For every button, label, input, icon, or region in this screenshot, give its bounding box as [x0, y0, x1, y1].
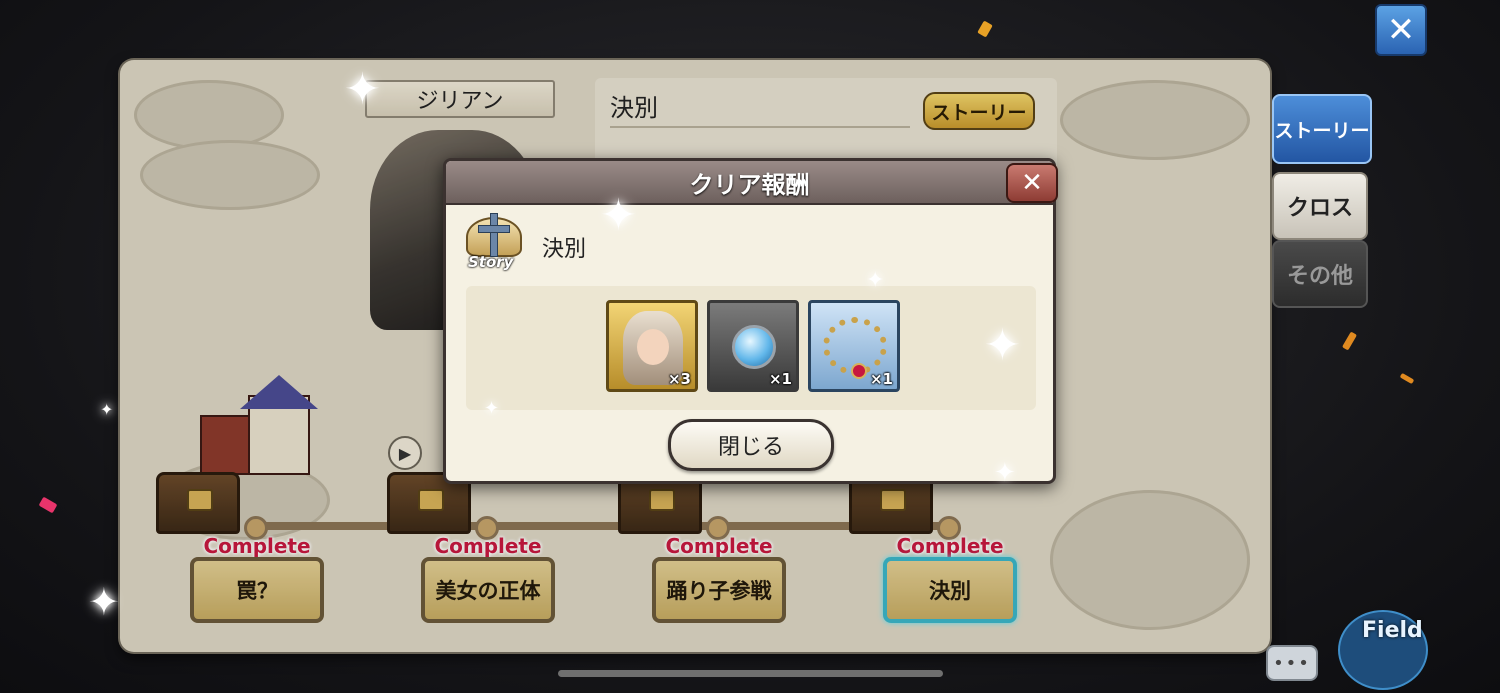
- tab-cross[interactable]: クロス: [1272, 172, 1368, 240]
- field-button[interactable]: Field: [1330, 604, 1440, 690]
- home-indicator: [558, 670, 943, 677]
- chat-icon: •••: [1273, 652, 1311, 674]
- reward-water-orb[interactable]: ×1: [707, 300, 799, 392]
- chat-button[interactable]: •••: [1266, 645, 1318, 681]
- water-orb-icon: [732, 325, 776, 369]
- reward-character-portrait[interactable]: ×3: [606, 300, 698, 392]
- close-icon: ✕: [1386, 10, 1416, 50]
- reward-necklace[interactable]: ×1: [808, 300, 900, 392]
- story-icon-label: Story: [468, 253, 514, 271]
- close-icon: ✕: [1021, 168, 1043, 198]
- reward-quantity: ×3: [667, 370, 691, 388]
- reward-quantity: ×1: [768, 370, 792, 388]
- reward-list: ×3 ×1 ×1: [466, 286, 1036, 410]
- tab-other[interactable]: その他: [1272, 240, 1368, 308]
- necklace-icon: [823, 317, 887, 379]
- clear-reward-dialog: クリア報酬 ✕ Story 決別 ×3 ×1 ×1 閉じる: [443, 158, 1058, 484]
- dialog-subtitle: 決別: [542, 237, 587, 262]
- close-button[interactable]: 閉じる: [668, 419, 834, 471]
- top-close-button[interactable]: ✕: [1375, 4, 1427, 56]
- story-icon: Story: [462, 213, 526, 277]
- dialog-close-button[interactable]: ✕: [1006, 163, 1058, 203]
- field-label: Field: [1362, 618, 1423, 643]
- dialog-title: クリア報酬: [446, 161, 1053, 205]
- tab-story[interactable]: ストーリー: [1272, 94, 1372, 164]
- reward-quantity: ×1: [869, 370, 893, 388]
